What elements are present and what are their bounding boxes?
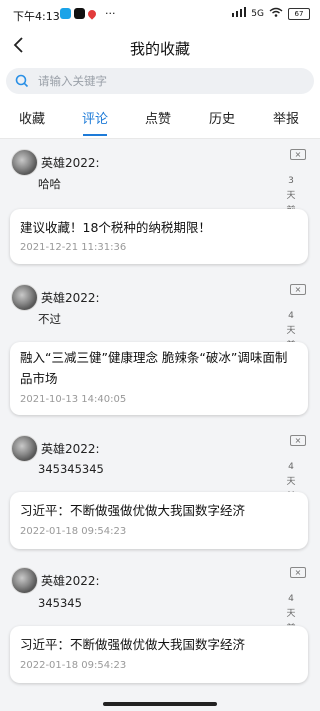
article-date: 2022-01-18 09:54:23 bbox=[20, 660, 127, 671]
username: 英雄2022: bbox=[41, 442, 100, 456]
page-title: 我的收藏 bbox=[129, 40, 190, 58]
close-icon: × bbox=[294, 568, 302, 577]
tab-reports[interactable]: 举报 bbox=[258, 108, 314, 127]
active-tab-indicator bbox=[83, 134, 107, 136]
delete-button[interactable]: × bbox=[290, 567, 306, 578]
search-icon bbox=[15, 74, 29, 88]
status-time: 下午4:13 bbox=[13, 10, 60, 23]
wifi-icon bbox=[269, 7, 283, 20]
close-icon: × bbox=[294, 150, 302, 159]
close-icon: × bbox=[294, 436, 302, 445]
username: 英雄2022: bbox=[41, 156, 100, 170]
tab-history[interactable]: 历史 bbox=[194, 108, 250, 127]
article-title: 习近平：不断做强做优做大我国数字经济 bbox=[20, 503, 246, 518]
location-pin-icon bbox=[86, 7, 98, 20]
more-notifications-icon: ··· bbox=[105, 7, 116, 20]
tab-label: 历史 bbox=[208, 112, 235, 127]
article-card[interactable]: 建议收藏！18个税种的纳税期限！ 2021-12-21 11:31:36 bbox=[10, 209, 308, 264]
avatar bbox=[11, 567, 38, 594]
avatar bbox=[11, 149, 38, 176]
signal-icon bbox=[232, 7, 247, 20]
article-title: 习近平：不断做强做优做大我国数字经济 bbox=[20, 637, 246, 652]
time-ago-value: 4天 bbox=[286, 594, 296, 619]
status-right: 5G 67 bbox=[232, 7, 310, 20]
home-indicator[interactable] bbox=[103, 702, 217, 706]
network-type-icon: 5G bbox=[251, 8, 264, 19]
time-ago-value: 4天 bbox=[286, 462, 296, 487]
app-header: 我的收藏 bbox=[0, 30, 320, 64]
comment-text: 哈哈 bbox=[38, 177, 61, 191]
delete-button[interactable]: × bbox=[290, 435, 306, 446]
delete-button[interactable]: × bbox=[290, 149, 306, 160]
list-item: 英雄2022: × 345345345 4天前 习近平：不断做强做优做大我国数字… bbox=[0, 429, 320, 557]
article-title: 融入“三减三健”健康理念 脆辣条“破冰”调味面制品市场 bbox=[20, 350, 288, 386]
list-item: 英雄2022: × 不过 4天前 融入“三减三健”健康理念 脆辣条“破冰”调味面… bbox=[0, 278, 320, 423]
tab-favorites[interactable]: 收藏 bbox=[4, 108, 60, 127]
article-card[interactable]: 融入“三减三健”健康理念 脆辣条“破冰”调味面制品市场 2021-10-13 1… bbox=[10, 342, 308, 415]
list-item: 英雄2022: × 345345 4天前 习近平：不断做强做优做大我国数字经济 … bbox=[0, 561, 320, 691]
status-bar: 下午4:13 ··· 5G 67 bbox=[0, 0, 320, 30]
time-ago-value: 3天 bbox=[286, 176, 296, 201]
avatar bbox=[11, 284, 38, 311]
tab-comments[interactable]: 评论 bbox=[67, 108, 123, 136]
status-app-icons: ··· bbox=[60, 7, 116, 20]
delete-button[interactable]: × bbox=[290, 284, 306, 295]
message-app-icon bbox=[60, 8, 71, 19]
username: 英雄2022: bbox=[41, 291, 100, 305]
avatar bbox=[11, 435, 38, 462]
article-date: 2021-12-21 11:31:36 bbox=[20, 242, 127, 253]
list-item: 英雄2022: × 哈哈 3天前 建议收藏！18个税种的纳税期限！ 2021-1… bbox=[0, 143, 320, 270]
tab-likes[interactable]: 点赞 bbox=[130, 108, 186, 127]
comment-text: 345345 bbox=[38, 596, 82, 610]
tab-label: 举报 bbox=[272, 112, 299, 127]
tab-label: 点赞 bbox=[144, 112, 171, 127]
battery-icon: 67 bbox=[288, 7, 310, 20]
tiktok-app-icon bbox=[74, 8, 85, 19]
tab-label: 收藏 bbox=[18, 112, 45, 127]
tab-bar: 收藏 评论 点赞 历史 举报 bbox=[0, 100, 320, 139]
comment-text: 345345345 bbox=[38, 462, 104, 476]
time-ago-value: 4天 bbox=[286, 311, 296, 336]
search-bar-container bbox=[0, 64, 320, 100]
search-input[interactable] bbox=[36, 73, 280, 89]
article-title: 建议收藏！18个税种的纳税期限！ bbox=[20, 220, 211, 235]
tab-label: 评论 bbox=[81, 112, 108, 127]
article-date: 2022-01-18 09:54:23 bbox=[20, 526, 127, 537]
article-card[interactable]: 习近平：不断做强做优做大我国数字经济 2022-01-18 09:54:23 bbox=[10, 626, 308, 683]
article-card[interactable]: 习近平：不断做强做优做大我国数字经济 2022-01-18 09:54:23 bbox=[10, 492, 308, 549]
username: 英雄2022: bbox=[41, 574, 100, 588]
article-date: 2021-10-13 14:40:05 bbox=[20, 394, 127, 405]
search-bar[interactable] bbox=[6, 68, 314, 94]
comment-text: 不过 bbox=[38, 312, 61, 326]
close-icon: × bbox=[294, 285, 302, 294]
